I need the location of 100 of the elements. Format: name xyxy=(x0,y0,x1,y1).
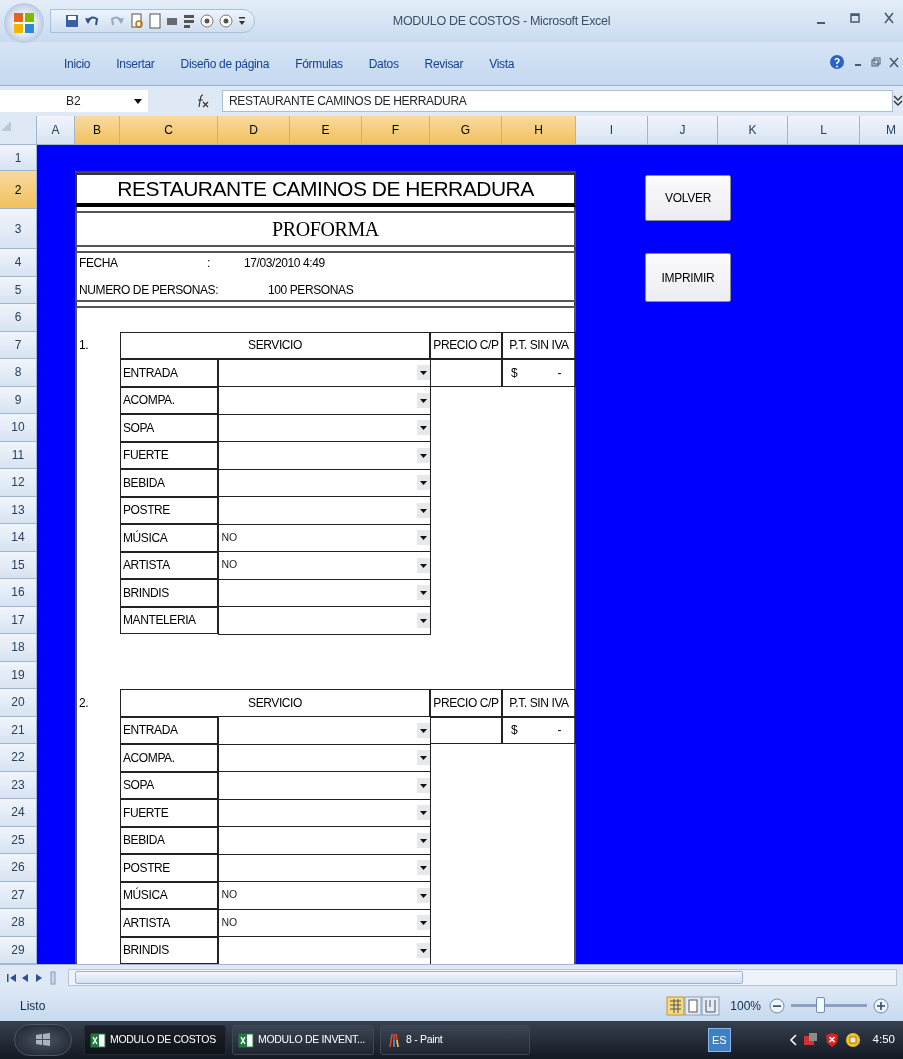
save-icon[interactable] xyxy=(65,14,79,28)
macro-button[interactable]: VOLVER xyxy=(645,175,731,221)
dropdown-field[interactable] xyxy=(217,936,431,964)
column-header[interactable]: E xyxy=(290,116,362,145)
zoom-slider-thumb[interactable] xyxy=(816,997,826,1013)
zoom-level-text[interactable]: 100% xyxy=(730,996,761,1015)
caret-icon[interactable] xyxy=(416,722,430,738)
caret-icon[interactable] xyxy=(416,557,430,573)
column-header[interactable]: C xyxy=(120,116,218,145)
caret-icon[interactable] xyxy=(416,942,430,958)
dropdown-field[interactable] xyxy=(217,771,431,800)
column-header[interactable]: K xyxy=(718,116,788,145)
ribbon-tab[interactable]: Vista xyxy=(489,54,515,73)
formula-field[interactable]: RESTAURANTE CAMINOS DE HERRADURA xyxy=(222,90,893,112)
caret-icon[interactable] xyxy=(416,612,430,628)
page-icon[interactable] xyxy=(149,13,161,29)
caret-icon[interactable] xyxy=(416,475,430,491)
taskbar-button[interactable]: MODULO DE INVENT... xyxy=(232,1025,374,1055)
caret-icon[interactable] xyxy=(416,420,430,436)
row-header[interactable]: 14 xyxy=(0,524,37,552)
caret-icon[interactable] xyxy=(416,530,430,546)
name-box[interactable]: B2 xyxy=(0,90,148,112)
column-header[interactable]: L xyxy=(788,116,860,145)
caret-icon[interactable] xyxy=(416,502,430,518)
row-header[interactable]: 2 xyxy=(0,171,37,209)
row-header[interactable]: 16 xyxy=(0,579,37,607)
maximize-icon[interactable] xyxy=(849,10,861,26)
option-icon[interactable] xyxy=(219,14,233,28)
zoom-out-icon[interactable] xyxy=(769,997,785,1014)
start-button[interactable] xyxy=(14,1024,72,1056)
row-header[interactable]: 5 xyxy=(0,276,37,304)
row-header[interactable]: 12 xyxy=(0,469,37,497)
option-icon[interactable] xyxy=(200,14,214,28)
row-header[interactable]: 7 xyxy=(0,331,37,359)
caret-icon[interactable] xyxy=(416,805,430,821)
column-header[interactable]: A xyxy=(37,116,75,145)
close-icon[interactable] xyxy=(889,56,899,68)
row-header[interactable]: 1 xyxy=(0,145,37,171)
ribbon-tab[interactable]: Revisar xyxy=(424,54,464,73)
row-header[interactable]: 23 xyxy=(0,771,37,799)
column-header[interactable]: D xyxy=(218,116,290,145)
horizontal-scrollbar[interactable] xyxy=(68,969,897,986)
macro-button[interactable]: IMPRIMIR xyxy=(645,253,731,302)
row-header[interactable]: 4 xyxy=(0,249,37,277)
ribbon-tab[interactable]: Datos xyxy=(368,54,399,73)
taskbar-button[interactable]: 8 - Paint xyxy=(380,1025,530,1055)
column-header[interactable]: G xyxy=(430,116,502,145)
row-header[interactable]: 22 xyxy=(0,744,37,772)
row-header[interactable]: 9 xyxy=(0,386,37,414)
taskbar-button[interactable]: MODULO DE COSTOS xyxy=(84,1025,226,1055)
tray-expand-icon[interactable] xyxy=(788,1034,797,1046)
caret-icon[interactable] xyxy=(416,887,430,903)
ribbon-tab[interactable]: Insertar xyxy=(116,54,155,73)
caret-icon[interactable] xyxy=(416,750,430,766)
ribbon-tab[interactable]: Fórmulas xyxy=(295,54,343,73)
dropdown-field[interactable] xyxy=(217,716,431,745)
row-header[interactable]: 11 xyxy=(0,441,37,469)
dropdown-field[interactable] xyxy=(217,386,431,415)
language-indicator[interactable]: ES xyxy=(707,1027,731,1053)
dropdown-field[interactable] xyxy=(217,441,431,470)
ribbon-tab[interactable]: Inicio xyxy=(64,54,91,73)
caret-icon[interactable] xyxy=(416,832,430,848)
row-header[interactable]: 10 xyxy=(0,414,37,442)
row-header[interactable]: 8 xyxy=(0,359,37,387)
row-header[interactable]: 21 xyxy=(0,716,37,744)
row-header[interactable]: 20 xyxy=(0,689,37,717)
row-header[interactable]: 13 xyxy=(0,496,37,524)
scroll-thumb[interactable] xyxy=(75,971,743,984)
row-header[interactable]: 24 xyxy=(0,799,37,827)
caret-icon[interactable] xyxy=(416,777,430,793)
shape-icon[interactable] xyxy=(166,15,178,27)
print-preview-icon[interactable] xyxy=(130,13,144,29)
row-header[interactable]: 6 xyxy=(0,304,37,332)
expand-icon[interactable] xyxy=(893,94,903,108)
shield-icon[interactable] xyxy=(824,1032,839,1048)
caret-icon[interactable] xyxy=(416,585,430,601)
caret-icon[interactable] xyxy=(416,915,430,931)
restore-icon[interactable] xyxy=(871,56,881,68)
row-header[interactable]: 15 xyxy=(0,551,37,579)
office-button[interactable] xyxy=(4,3,44,43)
column-header[interactable]: I xyxy=(576,116,648,145)
lines-icon[interactable] xyxy=(183,13,195,29)
column-header[interactable]: F xyxy=(362,116,430,145)
dropdown-field[interactable]: NO xyxy=(217,551,431,580)
customize-caret-icon[interactable] xyxy=(238,15,246,27)
row-header[interactable]: 27 xyxy=(0,881,37,909)
dropdown-field[interactable] xyxy=(217,496,431,525)
row-header[interactable]: 3 xyxy=(0,209,37,249)
column-header[interactable]: B xyxy=(75,116,120,145)
row-header[interactable]: 28 xyxy=(0,909,37,937)
caret-icon[interactable] xyxy=(416,447,430,463)
dropdown-field[interactable]: NO xyxy=(217,881,431,910)
ribbon-tab[interactable]: Diseño de página xyxy=(180,54,270,73)
network-icon[interactable] xyxy=(802,1032,819,1048)
column-header[interactable]: M xyxy=(860,116,903,145)
close-icon[interactable] xyxy=(883,10,895,26)
row-header[interactable]: 19 xyxy=(0,661,37,689)
row-header[interactable]: 17 xyxy=(0,606,37,634)
zoom-in-icon[interactable] xyxy=(873,997,889,1014)
caret-icon[interactable] xyxy=(416,860,430,876)
